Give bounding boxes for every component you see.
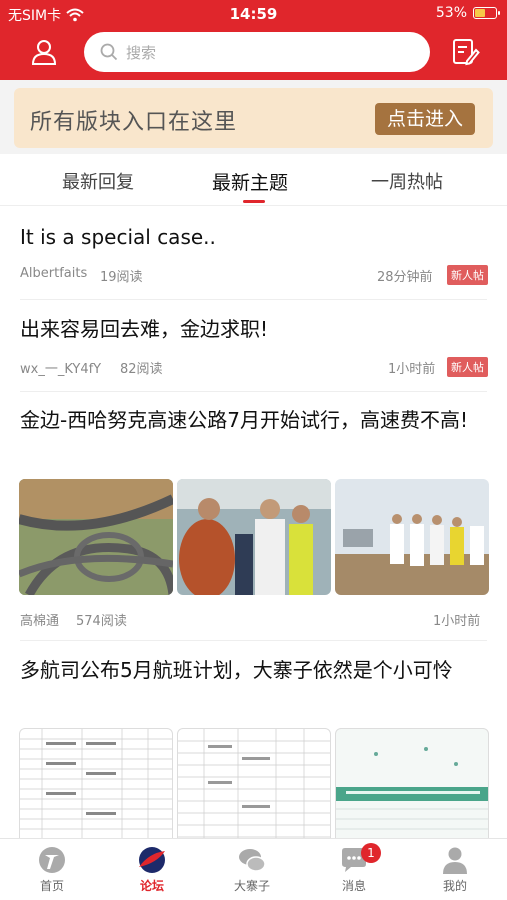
new-user-badge: 新人帖 (447, 265, 488, 285)
post-reads: 82阅读 (120, 362, 163, 377)
post-reads: 574阅读 (76, 614, 127, 629)
post-item[interactable]: It is a special case.. Albertfaits 19阅读 … (20, 220, 488, 285)
unread-badge: 1 (361, 843, 381, 863)
post-title[interactable]: 金边-西哈努克高速公路7月开始试行，高速费不高! (20, 403, 488, 437)
post-time: 1小时前 (433, 614, 481, 629)
post-title[interactable]: It is a special case.. (20, 220, 488, 254)
user-icon[interactable] (30, 38, 58, 66)
post-item[interactable]: 多航司公布5月航班计划，大寨子依然是个小可怜 (20, 653, 488, 687)
post-title[interactable]: 多航司公布5月航班计划，大寨子依然是个小可怜 (20, 653, 488, 687)
nav-profile[interactable]: 我的 (415, 845, 495, 894)
forum-icon (139, 847, 165, 873)
forum-entry-banner[interactable]: 所有版块入口在这里 点击进入 (14, 88, 493, 148)
post-item[interactable]: 金边-西哈努克高速公路7月开始试行，高速费不高! (20, 403, 488, 437)
app-header: 无SIM卡 14:59 53% 搜索 (0, 0, 507, 80)
post-title[interactable]: 出来容易回去难，金边求职! (20, 312, 488, 346)
nav-messages[interactable]: 消息 1 (314, 843, 394, 894)
post-author: 高棉通 (20, 614, 60, 629)
tab-latest-replies[interactable]: 最新回复 (62, 168, 134, 194)
bottom-nav: 首页 论坛 大寨子 消息 1 我的 (0, 838, 507, 900)
search-bar[interactable]: 搜索 (84, 32, 430, 72)
status-bar: 无SIM卡 14:59 53% (0, 0, 507, 26)
tab-latest-topics[interactable]: 最新主题 (212, 168, 288, 195)
battery-icon (473, 7, 500, 19)
nav-home[interactable]: 首页 (12, 845, 92, 894)
nav-forum[interactable]: 论坛 (112, 845, 192, 894)
tab-weekly-hot[interactable]: 一周热帖 (371, 168, 443, 194)
battery-percent: 53% (435, 5, 467, 21)
search-placeholder: 搜索 (126, 43, 157, 62)
post-time: 1小时前 (388, 362, 436, 377)
home-icon (39, 847, 65, 873)
active-tab-indicator (243, 200, 265, 203)
post-image-officials[interactable] (177, 479, 331, 595)
post-feed: It is a special case.. Albertfaits 19阅读 … (0, 206, 507, 838)
post-meta: wx_一_KY4fY 82阅读 1小时前 新人帖 (20, 357, 488, 378)
nav-dazhaizi[interactable]: 大寨子 (212, 845, 292, 894)
post-image-schedule-table[interactable] (19, 728, 173, 838)
post-image-flight-table[interactable] (177, 728, 331, 838)
banner-text: 所有版块入口在这里 (30, 110, 238, 135)
profile-icon (443, 847, 467, 874)
post-author: Albertfaits (20, 266, 88, 281)
post-image-highway[interactable] (19, 479, 173, 595)
chat-bubbles-icon (239, 849, 266, 872)
search-icon (100, 43, 118, 61)
post-author: wx_一_KY4fY (20, 362, 102, 377)
clock: 14:59 (229, 5, 278, 23)
compose-icon[interactable] (450, 37, 480, 67)
post-image-crowd[interactable] (335, 479, 489, 595)
post-meta: 高棉通 574阅读 1小时前 (20, 610, 488, 630)
post-meta: Albertfaits 19阅读 28分钟前 新人帖 (20, 265, 488, 286)
post-item[interactable]: 出来容易回去难，金边求职! wx_一_KY4fY 82阅读 1小时前 新人帖 (20, 312, 488, 377)
feed-tabs: 最新回复 最新主题 一周热帖 (0, 154, 507, 206)
new-user-badge: 新人帖 (447, 357, 488, 377)
post-reads: 19阅读 (100, 270, 143, 285)
enter-button[interactable]: 点击进入 (374, 103, 475, 135)
post-image-route-map[interactable] (335, 728, 489, 838)
post-time: 28分钟前 (377, 270, 433, 285)
